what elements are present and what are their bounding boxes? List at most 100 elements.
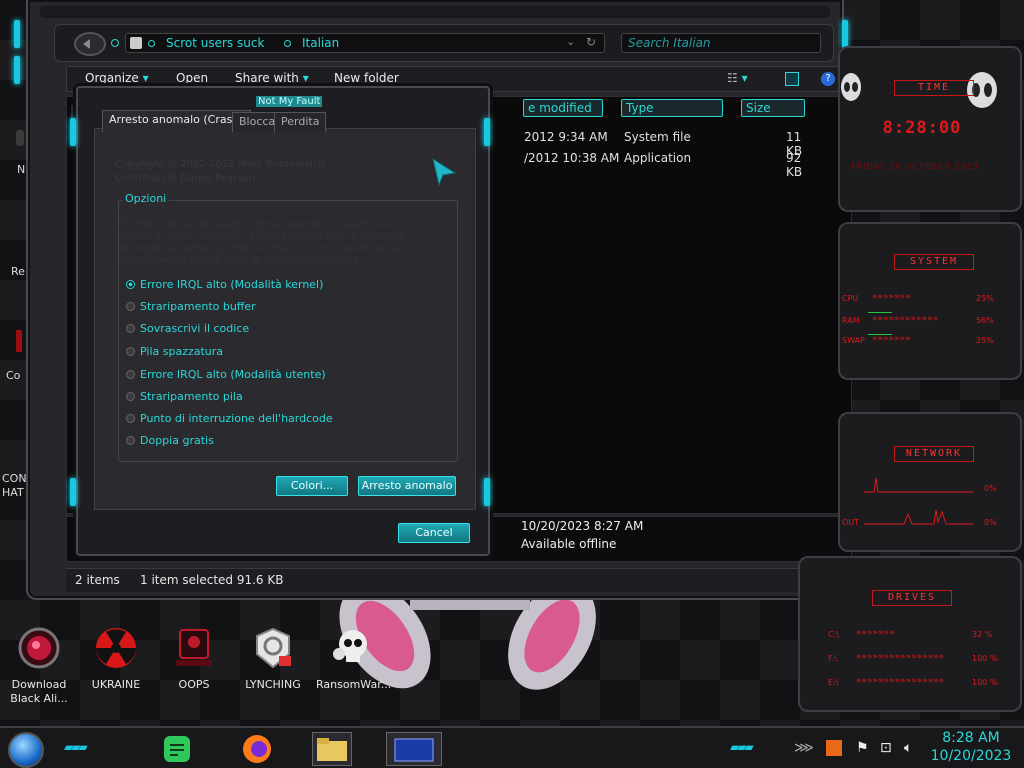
share-with-button[interactable]: Share with ▾	[235, 71, 309, 85]
taskbar: ▰▰▰ ▰▰▰ ⋙ ⚑ ⊡ 🔈︎ 8:28 AM 10/20/2023	[0, 726, 1024, 768]
chevron-down-icon: ▾	[302, 71, 309, 85]
network-in-graph	[864, 477, 974, 493]
taskbar-app-explorer[interactable]	[312, 732, 352, 766]
details-date: 10/20/2023 8:27 AM	[521, 519, 644, 533]
notmyfault-dialog[interactable]: Not My Fault Copyright © 2002-2012 Mark …	[70, 86, 490, 556]
glow-accent	[14, 20, 20, 48]
status-bar: 2 items 1 item selected 91.6 KB	[66, 568, 848, 592]
network-out-value: 0%	[984, 518, 997, 527]
tab-crash[interactable]: Arresto anomalo (Crash)	[102, 110, 251, 132]
refresh-icon[interactable]: ↻	[586, 35, 596, 49]
desktop-icon-ransomware[interactable]: RansomWar...	[316, 626, 392, 692]
history-dot	[111, 39, 119, 47]
show-hidden-icons[interactable]: ⋙	[794, 740, 814, 756]
column-header-type[interactable]: Type	[621, 99, 723, 117]
taskbar-clock-time[interactable]: 8:28 AM	[930, 730, 1012, 746]
desktop-icon-label: UKRAINE	[91, 678, 141, 691]
option-double-free[interactable]: Doppia gratis	[126, 434, 214, 447]
desktop-icon-download-black-alien[interactable]: Download Black Ali...	[4, 626, 74, 706]
desktop-icon-lynching[interactable]: LYNCHING	[238, 626, 308, 692]
drive-c-label: C:\	[828, 630, 839, 639]
desktop-label-partial: Co	[6, 369, 21, 382]
option-buffer-overflow[interactable]: Straripamento buffer	[126, 300, 256, 313]
drive-f-label: F:\	[828, 654, 838, 663]
preview-pane-icon[interactable]	[785, 72, 799, 86]
file-type: Application	[624, 151, 692, 165]
chevron-down-icon[interactable]: ⌄	[566, 35, 575, 48]
drive-f-value: 100 %	[972, 654, 998, 663]
breadcrumb-segment[interactable]: Italian	[302, 36, 339, 50]
option-high-irql-user[interactable]: Errore IRQL alto (Modalità utente)	[126, 368, 326, 381]
drive-e-value: 100 %	[972, 678, 998, 687]
folder-icon	[317, 738, 347, 761]
back-forward-icon[interactable]	[73, 31, 107, 57]
tab-leak[interactable]: Perdita	[274, 112, 327, 132]
glow-accent	[14, 56, 20, 84]
view-options-icon[interactable]: ☷ ▾	[727, 71, 748, 85]
date-display: FRIDAY 20 OCTOBER 2023	[851, 162, 979, 171]
partial-icon	[16, 330, 22, 352]
network-out-graph	[864, 509, 974, 525]
options-legend: Opzioni	[122, 192, 170, 205]
flag-icon[interactable]: ⚑	[856, 740, 869, 756]
desktop-label-partial: HAT	[2, 486, 24, 499]
option-label: Errore IRQL alto (Modalità kernel)	[140, 278, 324, 291]
cpu-bar: »»»»»»»	[872, 292, 911, 302]
colors-button[interactable]: Colori...	[276, 476, 348, 496]
help-icon[interactable]: ?	[821, 72, 835, 86]
desktop-icon-label: RansomWar...	[316, 678, 392, 691]
radio-icon	[126, 302, 135, 311]
start-button[interactable]	[8, 732, 44, 768]
desktop-icon-ukraine[interactable]: UKRAINE	[81, 626, 151, 692]
radio-icon	[126, 370, 135, 379]
option-label: Doppia gratis	[140, 434, 214, 447]
open-button[interactable]: Open	[176, 71, 208, 85]
network-widget: NETWORK OUT 0% 0%	[838, 412, 1022, 552]
desktop-icon-label: OOPS	[178, 678, 210, 691]
contributors-text: Contributi di Daniel Pearson	[115, 173, 255, 184]
share-with-label: Share with	[235, 71, 299, 85]
dialog-title: Not My Fault	[256, 96, 323, 107]
desktop-icon-label: LYNCHING	[245, 678, 301, 691]
breadcrumb-separator-icon	[148, 40, 155, 47]
widget-title: TIME	[894, 80, 974, 96]
tray-app-icon[interactable]	[826, 740, 842, 756]
option-label: Errore IRQL alto (Modalità utente)	[140, 368, 326, 381]
desktop-label-partial: Re	[11, 265, 25, 278]
crash-button[interactable]: Arresto anomalo	[358, 476, 456, 496]
folder-icon	[130, 37, 142, 49]
system-swap-value: 25%	[976, 336, 994, 345]
desktop: N Re Co CON HAT Download Black Ali... UK…	[0, 0, 1024, 768]
taskbar-app-notes[interactable]	[158, 732, 196, 766]
option-hardcoded-breakpoint[interactable]: Punto di interruzione dell'hardcode	[126, 412, 333, 425]
address-bar[interactable]: Scrot users suck Italian ⌄ ↻	[125, 33, 605, 53]
title-bar[interactable]	[40, 6, 830, 18]
option-high-irql-kernel[interactable]: Errore IRQL alto (Modalità kernel)	[126, 278, 323, 291]
column-header-size[interactable]: Size	[741, 99, 805, 117]
file-row[interactable]: 2012 9:34 AM System file 11 KB	[524, 130, 812, 158]
breadcrumb-segment[interactable]: Scrot users suck	[166, 36, 264, 50]
column-header-date-modified[interactable]: e modified	[523, 99, 603, 117]
desktop-icon-oops[interactable]: OOPS	[159, 626, 229, 692]
taskbar-clock-date[interactable]: 10/20/2023	[930, 748, 1012, 764]
network-in-value: 0%	[984, 484, 997, 493]
taskbar-app-firefox[interactable]	[238, 732, 276, 766]
file-row[interactable]: /2012 10:38 AM Application 92 KB	[524, 151, 812, 179]
organize-button[interactable]: Organize ▾	[85, 71, 149, 85]
green-indicator	[868, 312, 892, 313]
chevron-down-icon: ▾	[142, 71, 149, 85]
drive-e-bar: »»»»»»»»»»»»»»»»	[856, 676, 945, 686]
alienware-icon	[18, 627, 60, 669]
new-folder-button[interactable]: New folder	[334, 71, 399, 85]
cancel-button[interactable]: Cancel	[398, 523, 470, 543]
search-input[interactable]: Search Italian	[621, 33, 821, 53]
option-stack-overflow[interactable]: Straripamento pila	[126, 390, 243, 403]
radio-icon	[126, 414, 135, 423]
option-stack-trash[interactable]: Pila spazzatura	[126, 345, 223, 358]
drive-e-label: E:\	[828, 678, 839, 687]
option-code-overwrite[interactable]: Sovrascrivi il codice	[126, 322, 249, 335]
network-icon[interactable]: ⊡	[880, 740, 892, 756]
system-cpu-value: 25%	[976, 294, 994, 303]
taskbar-app-notmyfault[interactable]	[386, 732, 442, 766]
volume-icon[interactable]: 🔈︎	[904, 740, 912, 756]
